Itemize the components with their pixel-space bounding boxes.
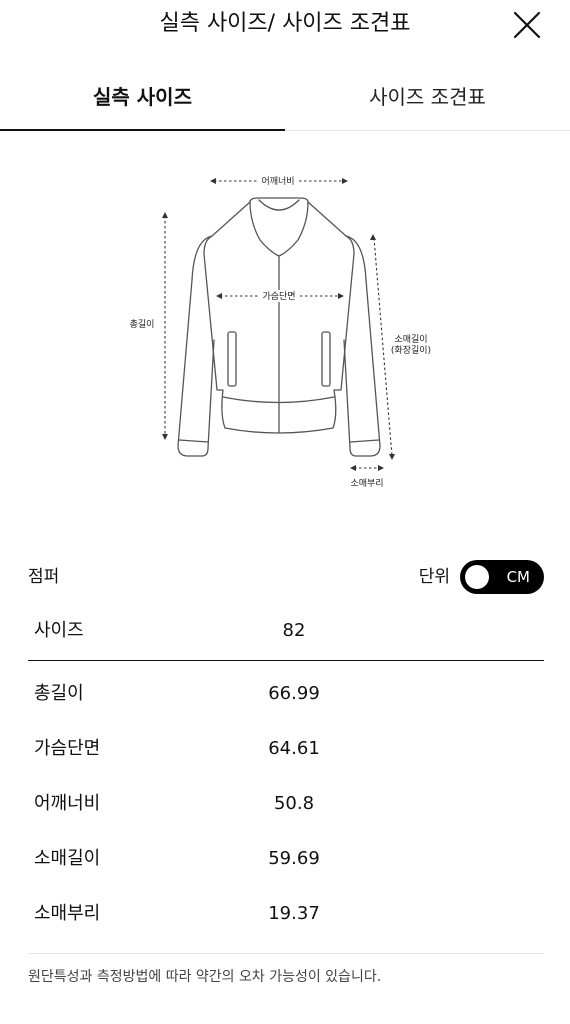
header-size-value: 82	[282, 620, 306, 641]
sleeve-length-label: 소매길이	[394, 334, 427, 345]
product-row: 점퍼 단위 CM	[28, 560, 544, 594]
unit-label: 단위	[418, 567, 450, 587]
tab-measured-size[interactable]: 실측 사이즈	[0, 64, 285, 130]
row-label: 총길이	[34, 683, 84, 704]
row-value: 19.37	[268, 903, 320, 924]
tab-bar: 실측 사이즈 사이즈 조견표	[0, 64, 570, 131]
product-name: 점퍼	[28, 567, 60, 587]
size-table: 사이즈 82 총길이 66.99 가슴단면 64.61 어깨너비 50.8 소매…	[28, 606, 544, 944]
row-value: 66.99	[268, 683, 320, 704]
jacket-illustration: 어깨너비 가슴단면 총길이 소매길이 (화장길이) 소매부리	[130, 175, 431, 489]
row-value: 59.69	[268, 848, 320, 869]
row-value: 50.8	[273, 793, 315, 814]
row-label: 가슴단면	[34, 738, 101, 759]
header-label: 사이즈	[34, 620, 84, 641]
table-body: 총길이 66.99 가슴단면 64.61 어깨너비 50.8 소매길이 59.6…	[28, 661, 544, 944]
close-icon	[513, 11, 541, 39]
unit-value: CM	[506, 568, 530, 586]
table-row: 총길이 66.99	[28, 669, 544, 724]
active-tab-indicator	[0, 129, 285, 131]
page-title: 실측 사이즈/ 사이즈 조견표	[159, 11, 411, 36]
row-label: 소매길이	[34, 848, 101, 869]
row-label: 어깨너비	[34, 793, 101, 814]
close-button[interactable]	[512, 10, 542, 40]
header: 실측 사이즈/ 사이즈 조견표	[0, 0, 570, 52]
tab-size-chart[interactable]: 사이즈 조견표	[285, 64, 570, 130]
sleeve-length-alt-label: (화장길이)	[391, 345, 431, 356]
table-row: 소매길이 59.69	[28, 834, 544, 889]
row-label: 소매부리	[34, 903, 101, 924]
shoulder-label: 어깨너비	[261, 175, 294, 187]
total-length-label: 총길이	[130, 319, 155, 330]
table-row: 가슴단면 64.61	[28, 724, 544, 779]
row-value: 64.61	[268, 738, 320, 759]
disclaimer-note: 원단특성과 측정방법에 따라 약간의 오차 가능성이 있습니다.	[28, 969, 382, 985]
table-row: 소매부리 19.37	[28, 889, 544, 944]
table-row: 어깨너비 50.8	[28, 779, 544, 834]
jacket-measurement-diagram: 어깨너비 가슴단면 총길이 소매길이 (화장길이) 소매부리	[100, 160, 460, 500]
toggle-knob	[465, 565, 489, 589]
footer-divider	[28, 953, 544, 954]
unit-toggle[interactable]: CM	[460, 560, 544, 594]
sleeve-hem-label: 소매부리	[350, 478, 383, 489]
chest-label: 가슴단면	[262, 291, 295, 302]
table-header: 사이즈 82	[28, 606, 544, 661]
